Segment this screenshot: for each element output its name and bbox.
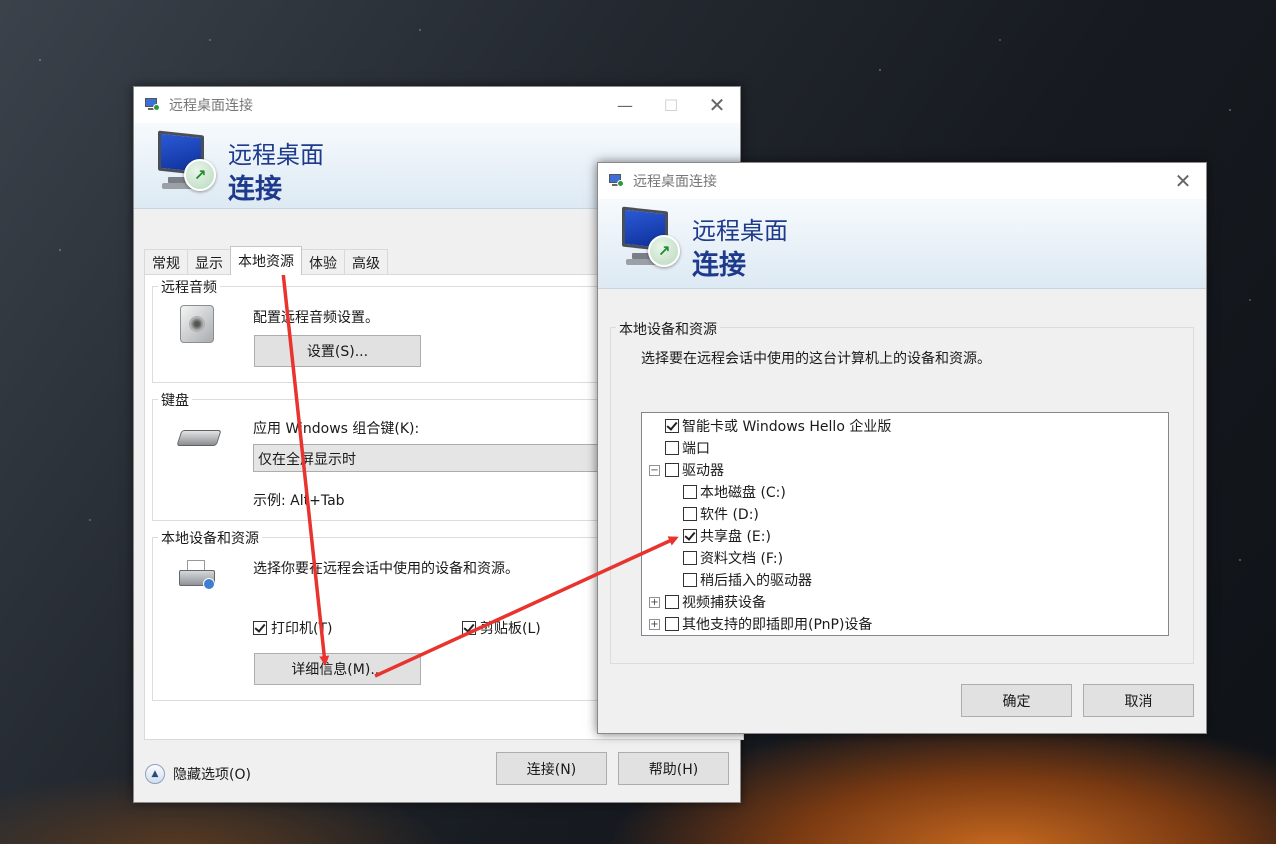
printer-checkbox[interactable] xyxy=(253,621,267,635)
dialog-desc: 选择要在远程会话中使用的这台计算机上的设备和资源。 xyxy=(641,351,991,367)
hide-options-toggle[interactable]: ▲ 隐藏选项(O) xyxy=(145,764,251,784)
banner-title-line1: 远程桌面 xyxy=(228,141,324,169)
local-devices-desc: 选择你要在远程会话中使用的设备和资源。 xyxy=(253,561,519,577)
tree-item-label: 驱动器 xyxy=(682,463,724,479)
connect-button[interactable]: 连接(N) xyxy=(496,752,607,785)
tree-checkbox[interactable] xyxy=(683,573,697,587)
keyboard-icon xyxy=(176,430,222,446)
dialog-group-label: 本地设备和资源 xyxy=(616,319,720,339)
device-tree[interactable]: 智能卡或 Windows Hello 企业版 端口 − 驱动器 本地磁盘 (C:… xyxy=(641,412,1169,636)
rdp-monitor-icon: ↗ xyxy=(620,206,682,269)
expand-icon[interactable]: + xyxy=(649,618,660,630)
tree-item-label: 资料文档 (F:) xyxy=(700,551,784,567)
tree-item-label: 端口 xyxy=(682,441,710,457)
tree-item-label: 视频捕获设备 xyxy=(682,595,766,611)
printer-label: 打印机(T) xyxy=(271,621,333,637)
minimize-icon[interactable]: — xyxy=(602,87,648,123)
rdp-monitor-icon: ↗ xyxy=(156,130,218,193)
tree-checkbox[interactable] xyxy=(683,529,697,543)
tree-item-label: 稍后插入的驱动器 xyxy=(700,573,812,589)
local-devices-label: 本地设备和资源 xyxy=(158,528,262,548)
tree-item-smartcard[interactable]: 智能卡或 Windows Hello 企业版 xyxy=(665,415,891,437)
tree-checkbox[interactable] xyxy=(683,507,697,521)
close-icon[interactable]: ✕ xyxy=(694,87,740,123)
tree-item-label: 智能卡或 Windows Hello 企业版 xyxy=(682,419,892,435)
tree-item-label: 共享盘 (E:) xyxy=(700,529,771,545)
keyboard-desc: 应用 Windows 组合键(K): xyxy=(253,421,420,437)
tree-item-pnp-devices[interactable]: + 其他支持的即插即用(PnP)设备 xyxy=(649,613,872,635)
rdp-app-icon xyxy=(144,97,162,113)
hide-options-label: 隐藏选项(O) xyxy=(173,767,251,783)
tree-checkbox[interactable] xyxy=(665,595,679,609)
local-devices-dialog: 远程桌面连接 ✕ ↗ 远程桌面 连接 本地设备和资源 选择要在远程会话中使用的这… xyxy=(597,162,1207,734)
tree-item-label: 软件 (D:) xyxy=(700,507,759,523)
printer-option[interactable]: 打印机(T) xyxy=(253,618,332,638)
tree-item-drive-c[interactable]: 本地磁盘 (C:) xyxy=(683,481,786,503)
keyboard-example: 示例: Alt+Tab xyxy=(253,493,345,509)
expand-icon[interactable]: + xyxy=(649,596,660,608)
tab-display[interactable]: 显示 xyxy=(187,249,231,275)
dialog-banner-line2: 连接 xyxy=(692,250,746,281)
tree-checkbox[interactable] xyxy=(665,463,679,477)
cancel-button[interactable]: 取消 xyxy=(1083,684,1194,717)
tree-checkbox[interactable] xyxy=(665,617,679,631)
collapse-icon[interactable]: − xyxy=(649,464,660,476)
tab-local-resources[interactable]: 本地资源 xyxy=(230,246,302,275)
clipboard-checkbox[interactable] xyxy=(462,621,476,635)
ok-button[interactable]: 确定 xyxy=(961,684,1072,717)
tab-general[interactable]: 常规 xyxy=(144,249,188,275)
tree-item-drive-d[interactable]: 软件 (D:) xyxy=(683,503,759,525)
main-titlebar[interactable]: 远程桌面连接 — ☐ ✕ xyxy=(134,87,740,123)
details-button[interactable]: 详细信息(M)... xyxy=(254,653,421,685)
chevron-up-icon: ▲ xyxy=(145,764,165,784)
tree-item-label: 本地磁盘 (C:) xyxy=(700,485,786,501)
help-button[interactable]: 帮助(H) xyxy=(618,752,729,785)
remote-audio-desc: 配置远程音频设置。 xyxy=(253,310,379,326)
tree-item-ports[interactable]: 端口 xyxy=(665,437,710,459)
tab-strip: 常规 显示 本地资源 体验 高级 xyxy=(144,246,388,275)
tree-item-label: 其他支持的即插即用(PnP)设备 xyxy=(682,617,873,633)
tree-item-later-drives[interactable]: 稍后插入的驱动器 xyxy=(683,569,812,591)
tree-item-drive-f[interactable]: 资料文档 (F:) xyxy=(683,547,783,569)
remote-audio-label: 远程音频 xyxy=(158,277,220,297)
keyboard-label: 键盘 xyxy=(158,390,192,410)
audio-settings-button[interactable]: 设置(S)... xyxy=(254,335,421,367)
dialog-banner-line1: 远程桌面 xyxy=(692,217,788,245)
tab-experience[interactable]: 体验 xyxy=(301,249,345,275)
tree-item-drives[interactable]: − 驱动器 xyxy=(649,459,724,481)
dialog-banner: ↗ 远程桌面 连接 xyxy=(598,199,1206,289)
dialog-titlebar[interactable]: 远程桌面连接 ✕ xyxy=(598,163,1206,199)
dialog-title: 远程桌面连接 xyxy=(633,174,717,190)
keyboard-combo-value: 仅在全屏显示时 xyxy=(258,452,356,468)
speaker-icon xyxy=(180,305,214,343)
tree-checkbox[interactable] xyxy=(683,551,697,565)
rdp-app-icon xyxy=(608,173,626,189)
tree-checkbox[interactable] xyxy=(665,419,679,433)
tree-checkbox[interactable] xyxy=(665,441,679,455)
clipboard-label: 剪贴板(L) xyxy=(480,621,541,637)
main-window-title: 远程桌面连接 xyxy=(169,98,253,114)
banner-title-line2: 连接 xyxy=(228,174,282,205)
clipboard-option[interactable]: 剪贴板(L) xyxy=(462,618,541,638)
tree-checkbox[interactable] xyxy=(683,485,697,499)
tree-item-drive-e[interactable]: 共享盘 (E:) xyxy=(683,525,771,547)
maximize-icon: ☐ xyxy=(663,95,679,115)
tab-advanced[interactable]: 高级 xyxy=(344,249,388,275)
tree-item-video-capture[interactable]: + 视频捕获设备 xyxy=(649,591,766,613)
close-icon[interactable]: ✕ xyxy=(1160,163,1206,199)
printer-icon xyxy=(179,560,217,592)
